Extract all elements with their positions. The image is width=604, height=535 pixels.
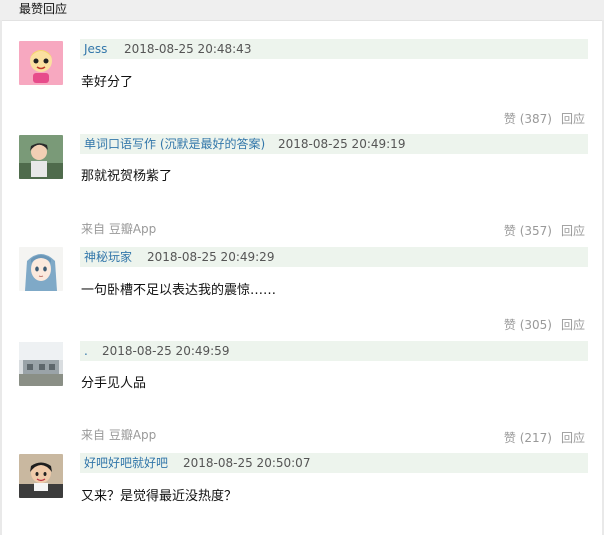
like-button[interactable]: 赞 (357) bbox=[504, 224, 552, 238]
comment-text: 一句卧槽不足以表达我的震惊…… bbox=[81, 283, 277, 298]
comment-text: 分手见人品 bbox=[81, 376, 147, 391]
username-link[interactable]: 单词口语写作 (沉默是最好的答案) bbox=[84, 134, 265, 154]
avatar[interactable] bbox=[19, 342, 63, 386]
comment-actions: 赞 (387) 回应 bbox=[504, 111, 585, 127]
comment-meta: 好吧好吧就好吧 2018-08-25 20:50:07 bbox=[80, 453, 588, 473]
comment-meta: . 2018-08-25 20:49:59 bbox=[80, 341, 588, 361]
comment-meta: 单词口语写作 (沉默是最好的答案) 2018-08-25 20:49:19 bbox=[80, 134, 588, 154]
reply-button[interactable]: 回应 bbox=[561, 318, 585, 332]
like-button[interactable]: 赞 (217) bbox=[504, 431, 552, 445]
comment-time: 2018-08-25 20:49:29 bbox=[147, 250, 275, 264]
avatar[interactable] bbox=[19, 454, 63, 498]
comment-meta: Jess 2018-08-25 20:48:43 bbox=[80, 39, 588, 59]
avatar[interactable] bbox=[19, 135, 63, 179]
left-border bbox=[0, 20, 2, 535]
comment-time: 2018-08-25 20:49:59 bbox=[102, 344, 230, 358]
section-header: 最赞回应 bbox=[0, 0, 604, 21]
like-button[interactable]: 赞 (387) bbox=[504, 112, 552, 126]
reply-button[interactable]: 回应 bbox=[561, 431, 585, 445]
comment-text: 幸好分了 bbox=[81, 75, 134, 90]
comment-time: 2018-08-25 20:49:19 bbox=[278, 137, 406, 151]
username-link[interactable]: . bbox=[84, 341, 88, 361]
comment-source: 来自 豆瓣App bbox=[81, 222, 157, 236]
username-link[interactable]: 神秘玩家 bbox=[84, 247, 132, 267]
comment-time: 2018-08-25 20:50:07 bbox=[183, 456, 311, 470]
username-link[interactable]: 好吧好吧就好吧 bbox=[84, 453, 168, 473]
username-link[interactable]: Jess bbox=[84, 39, 107, 59]
comment-text: 那就祝贺杨紫了 bbox=[81, 169, 173, 184]
comment-source: 来自 豆瓣App bbox=[81, 428, 157, 442]
reply-button[interactable]: 回应 bbox=[561, 224, 585, 238]
comment-actions: 赞 (217) 回应 bbox=[504, 430, 585, 446]
reply-button[interactable]: 回应 bbox=[561, 112, 585, 126]
comment-meta: 神秘玩家 2018-08-25 20:49:29 bbox=[80, 247, 588, 267]
comment-text: 又来？是觉得最近没热度？ bbox=[81, 489, 238, 504]
section-title: 最赞回应 bbox=[19, 2, 68, 16]
comment-actions: 赞 (305) 回应 bbox=[504, 317, 585, 333]
comment-time: 2018-08-25 20:48:43 bbox=[124, 42, 252, 56]
avatar[interactable] bbox=[19, 247, 63, 291]
avatar[interactable] bbox=[19, 41, 63, 85]
comment-actions: 赞 (357) 回应 bbox=[504, 223, 585, 239]
like-button[interactable]: 赞 (305) bbox=[504, 318, 552, 332]
